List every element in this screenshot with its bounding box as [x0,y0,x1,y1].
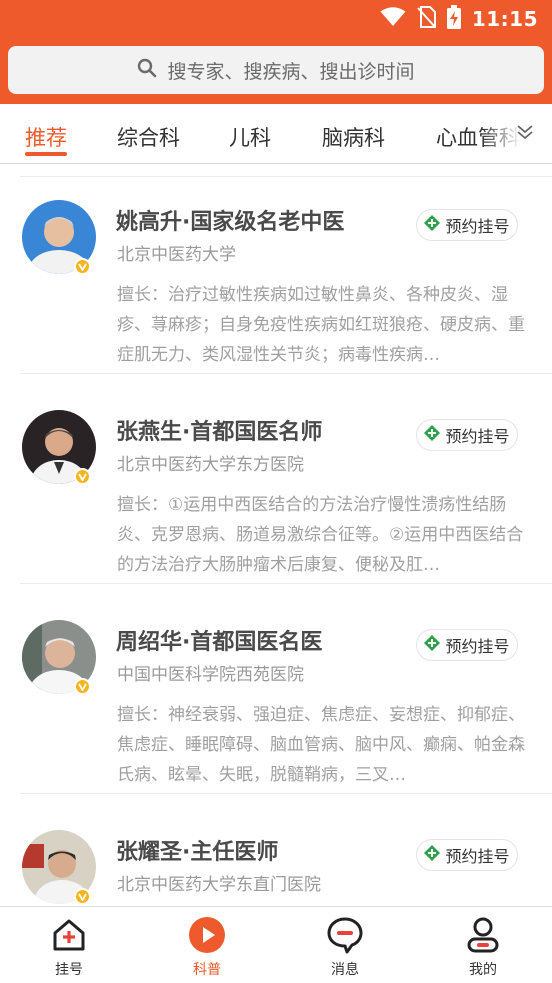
category-tabs: 推荐 综合科 儿科 脑病科 心血管科 [0,104,552,164]
book-appointment-label: 预约挂号 [445,427,510,446]
nav-label: 科普 [193,962,221,978]
play-icon [188,915,226,955]
profile-icon [466,915,500,955]
plus-diamond-icon [424,425,441,445]
verified-badge-icon [74,888,91,905]
nav-item-science[interactable]: 科普 [157,915,257,981]
nav-label: 挂号 [55,962,83,978]
doctor-specialty: 擅长：神经衰弱、强迫症、焦虑症、妄想症、抑郁症、焦虑症、睡眠障碍、脑血管病、脑中… [117,705,525,785]
book-appointment-label: 预约挂号 [445,847,510,866]
verified-badge-icon [74,258,91,275]
book-appointment-button[interactable]: 预约挂号 [416,629,518,661]
verified-badge-icon [74,678,91,695]
doctor-name: 姚高升·国家级名老中医 [116,210,345,235]
plus-diamond-icon [424,215,441,235]
tab-recommended[interactable]: 推荐 [25,122,67,152]
doctor-card[interactable]: 张燕生·首都国医名师 北京中医药大学东方医院 预约挂号 擅长：①运用中西医结合的… [0,374,552,584]
hospital-icon [52,915,86,955]
tab-neurology[interactable]: 脑病科 [322,122,385,152]
nav-label: 我的 [469,962,497,978]
status-bar: 11:15 [0,0,552,38]
doctor-card[interactable]: 周绍华·首都国医名医 中国中医科学院西苑医院 预约挂号 擅长：神经衰弱、强迫症、… [0,584,552,794]
status-time: 11:15 [471,7,538,31]
nav-item-messages[interactable]: 消息 [295,915,395,981]
doctor-hospital: 中国中医科学院西苑医院 [117,665,304,685]
active-tab-indicator [25,152,67,156]
doctor-specialty: 擅长：治疗过敏性疾病如过敏性鼻炎、各种皮炎、湿疹、荨麻疹；自身免疫性疾病如红斑狼… [117,285,525,365]
verified-badge-icon [74,468,91,485]
doctor-card[interactable]: 姚高升·国家级名老中医 北京中医药大学 预约挂号 擅长：治疗过敏性疾病如过敏性鼻… [0,164,552,374]
tab-general[interactable]: 综合科 [117,122,180,152]
book-appointment-button[interactable]: 预约挂号 [416,419,518,451]
doctor-list: 姚高升·国家级名老中医 北京中医药大学 预约挂号 擅长：治疗过敏性疾病如过敏性鼻… [0,164,552,906]
doctor-hospital: 北京中医药大学东方医院 [117,455,304,475]
tab-pediatrics[interactable]: 儿科 [229,122,271,152]
doctor-hospital: 北京中医药大学 [117,245,236,265]
wifi-icon [380,7,406,31]
doctor-name: 张燕生·首都国医名师 [116,420,323,445]
nav-item-profile[interactable]: 我的 [433,915,533,981]
no-sim-icon [416,6,436,32]
book-appointment-button[interactable]: 预约挂号 [416,839,518,871]
search-icon [137,58,157,82]
book-appointment-label: 预约挂号 [445,637,510,656]
search-placeholder: 搜专家、搜疾病、搜出诊时间 [167,60,415,83]
book-appointment-button[interactable]: 预约挂号 [416,209,518,241]
doctor-hospital: 北京中医药大学东直门医院 [117,875,321,895]
doctor-card[interactable]: 张耀圣·主任医师 北京中医药大学东直门医院 预约挂号 [0,794,552,906]
doctor-specialty: 擅长：①运用中西医结合的方法治疗慢性溃疡性结肠炎、克罗恩病、肠道易激综合征等。②… [117,495,524,575]
plus-diamond-icon [424,845,441,865]
expand-tabs-icon[interactable] [516,124,534,144]
plus-diamond-icon [424,635,441,655]
nav-label: 消息 [331,962,359,978]
book-appointment-label: 预约挂号 [445,217,510,236]
nav-item-register[interactable]: 挂号 [19,915,119,981]
bottom-nav: 挂号 科普 消息 我的 [0,906,552,983]
search-input[interactable]: 搜专家、搜疾病、搜出诊时间 [8,46,544,94]
doctor-name: 张耀圣·主任医师 [116,840,279,865]
battery-charging-icon [446,5,462,33]
message-icon [326,915,364,955]
doctor-name: 周绍华·首都国医名医 [116,630,323,655]
